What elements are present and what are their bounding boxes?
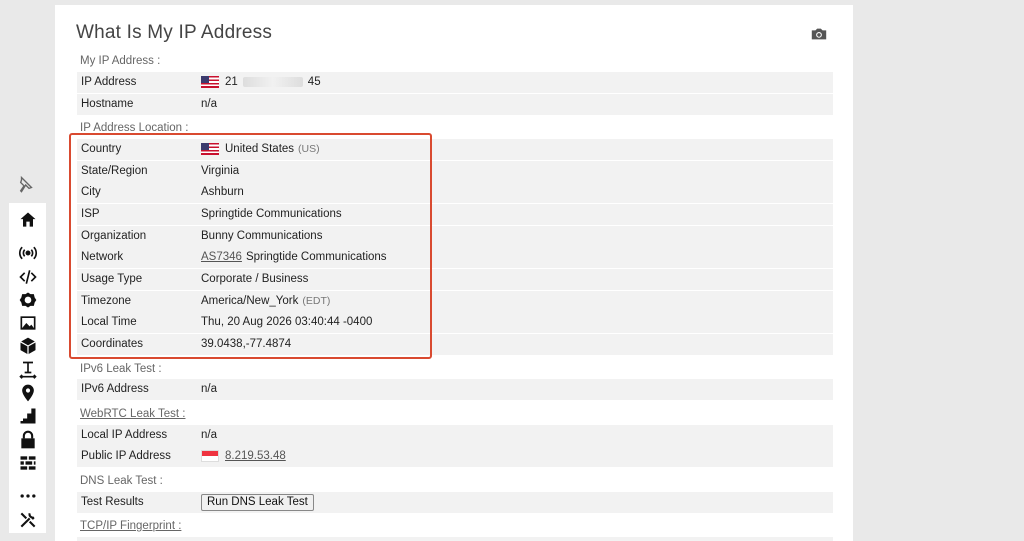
location-highlight-box bbox=[69, 133, 432, 359]
hostname-value: n/a bbox=[201, 98, 217, 110]
row-ip-address: IP Address 21 45 bbox=[77, 72, 833, 93]
public-ip-link[interactable]: 8.219.53.48 bbox=[225, 450, 286, 462]
run-dns-leak-test-button[interactable]: Run DNS Leak Test bbox=[201, 494, 314, 511]
row-hostname: Hostname n/a bbox=[77, 94, 833, 115]
us-flag-icon bbox=[201, 76, 219, 88]
map-pin-icon[interactable] bbox=[17, 382, 39, 404]
text-size-icon[interactable] bbox=[17, 359, 39, 381]
signal-bars-icon[interactable] bbox=[17, 405, 39, 427]
image-icon[interactable] bbox=[17, 312, 39, 334]
tcpip-row-partial bbox=[77, 537, 833, 541]
ipv6-label: IPv6 Address bbox=[81, 383, 149, 395]
section-dns: DNS Leak Test : bbox=[80, 475, 163, 487]
camera-icon[interactable] bbox=[810, 26, 828, 42]
firewall-icon[interactable] bbox=[17, 452, 39, 474]
section-my-ip: My IP Address : bbox=[80, 55, 161, 67]
code-icon[interactable] bbox=[17, 266, 39, 288]
ip-suffix: 45 bbox=[307, 76, 321, 88]
local-ip-label: Local IP Address bbox=[81, 429, 168, 441]
tools-icon[interactable] bbox=[17, 509, 39, 531]
section-ipv6: IPv6 Leak Test : bbox=[80, 363, 162, 375]
dns-results-label: Test Results bbox=[81, 496, 144, 508]
row-public-ip: Public IP Address 8.219.53.48 bbox=[77, 446, 833, 467]
tools-sidebar bbox=[9, 203, 46, 533]
row-local-ip: Local IP Address n/a bbox=[77, 425, 833, 446]
cookie-icon[interactable] bbox=[17, 289, 39, 311]
broadcast-icon[interactable] bbox=[17, 242, 39, 264]
ip-address-label: IP Address bbox=[81, 76, 137, 88]
section-webrtc[interactable]: WebRTC Leak Test : bbox=[80, 408, 185, 420]
redacted-ip bbox=[242, 77, 303, 87]
row-ipv6: IPv6 Address n/a bbox=[77, 379, 833, 400]
page-title: What Is My IP Address bbox=[76, 22, 273, 43]
home-icon[interactable] bbox=[17, 209, 39, 231]
public-ip-label: Public IP Address bbox=[81, 450, 171, 462]
sg-flag-icon bbox=[201, 450, 219, 462]
lock-icon[interactable] bbox=[17, 429, 39, 451]
pin-icon[interactable] bbox=[12, 174, 36, 196]
ipv6-value: n/a bbox=[201, 383, 217, 395]
ip-prefix: 21 bbox=[225, 76, 238, 88]
local-ip-value: n/a bbox=[201, 429, 217, 441]
hostname-label: Hostname bbox=[81, 98, 134, 110]
section-tcpip[interactable]: TCP/IP Fingerprint : bbox=[80, 520, 181, 532]
row-dns-results: Test Results Run DNS Leak Test bbox=[77, 492, 833, 513]
more-icon[interactable] bbox=[17, 485, 39, 507]
cube-icon[interactable] bbox=[17, 335, 39, 357]
